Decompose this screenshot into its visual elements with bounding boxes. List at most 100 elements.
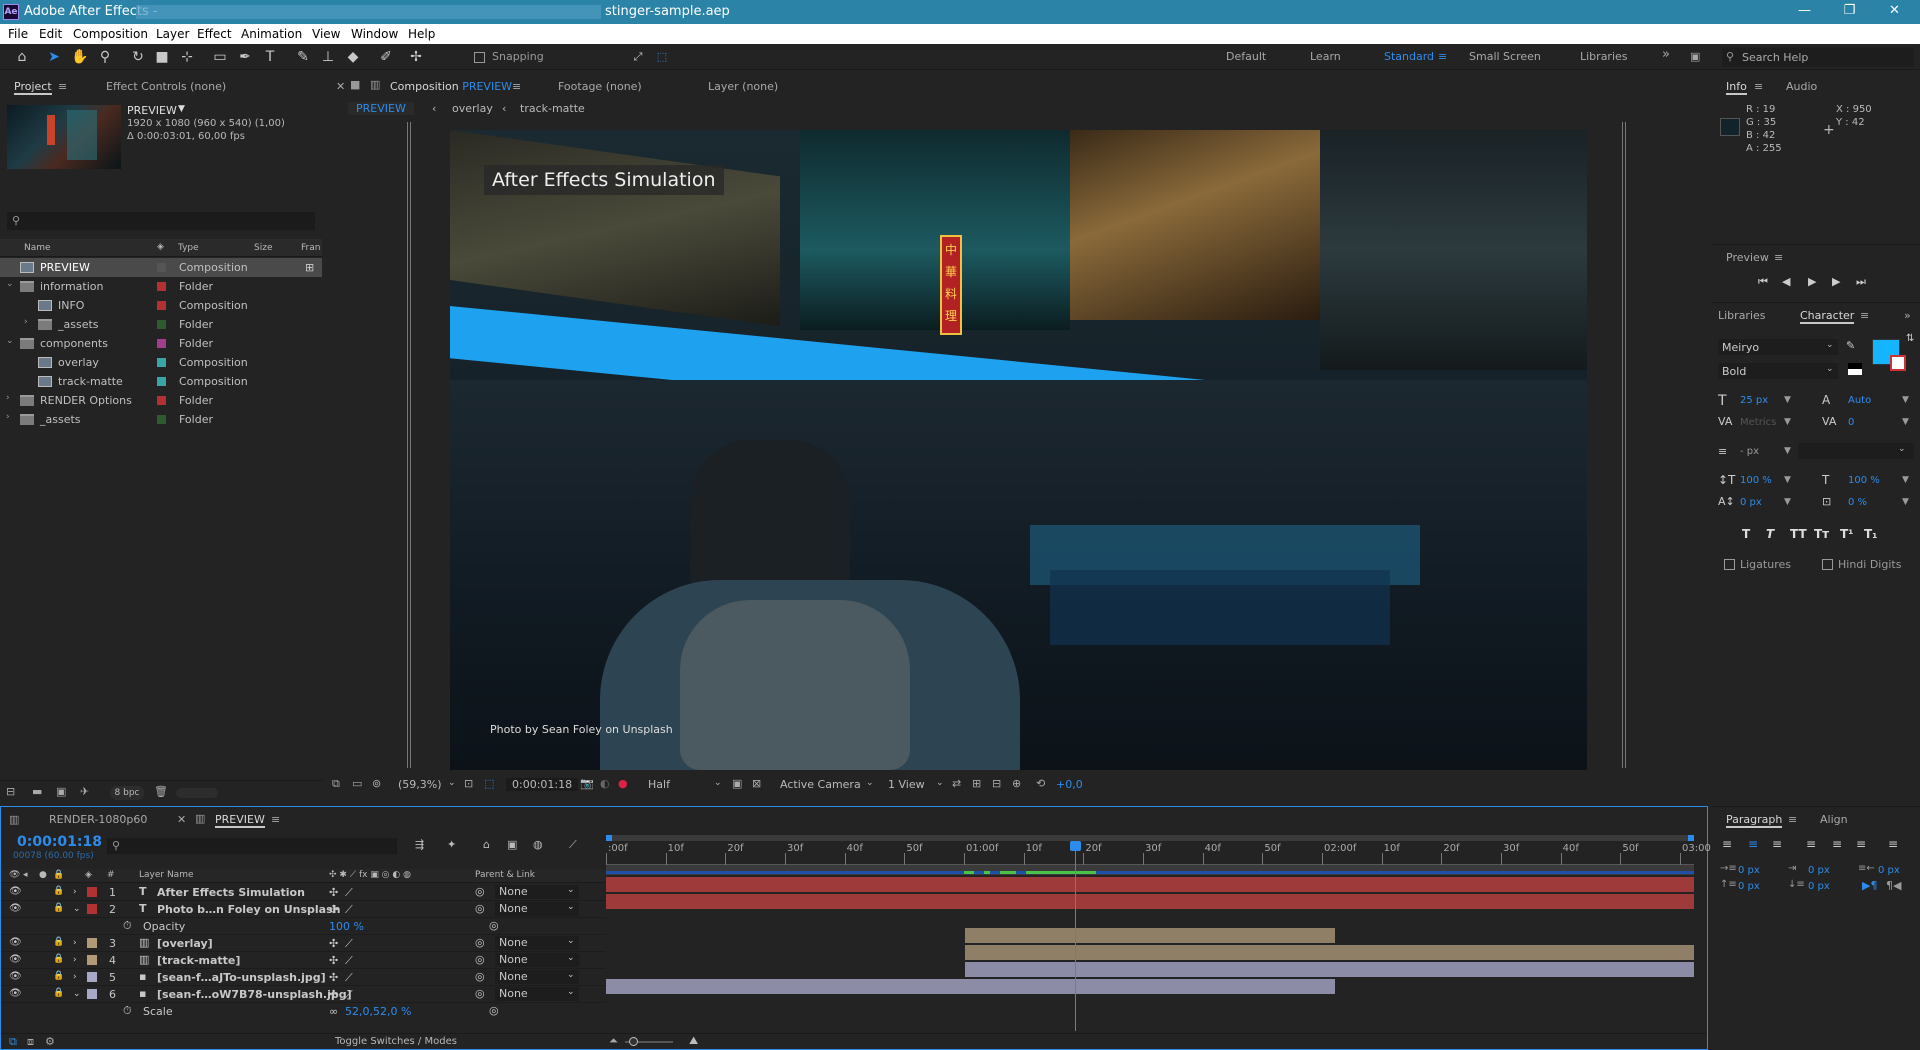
kerning-value[interactable]: Metrics (1740, 417, 1776, 428)
col-size[interactable]: Size (254, 243, 272, 253)
expand-chevron-icon[interactable]: ⌄ (6, 336, 16, 346)
swap-colors-icon[interactable]: ⇅ (1906, 333, 1914, 344)
workspace-standard[interactable]: Standard (1384, 50, 1434, 63)
more-panels-icon[interactable]: » (1904, 309, 1911, 322)
project-item[interactable]: ⌄ components Folder (0, 334, 322, 353)
tab-audio[interactable]: Audio (1786, 80, 1817, 93)
photo-credit-text[interactable]: Photo by Sean Foley on Unsplash (490, 723, 673, 736)
project-item[interactable]: › _assets Folder (0, 315, 322, 334)
next-frame-icon[interactable]: ▶ (1832, 275, 1840, 288)
audio-switch-icon[interactable]: ◂ (23, 870, 28, 880)
shy-switch-icon[interactable]: ✣ (329, 886, 338, 899)
align-center-icon[interactable]: ≡ (1748, 837, 1758, 851)
type-tool-icon[interactable]: T (260, 48, 280, 66)
adjust-icon[interactable]: ✈ (80, 785, 89, 798)
menu-effect[interactable]: Effect (197, 27, 232, 41)
tsume-value[interactable]: 0 % (1848, 497, 1867, 508)
current-time-indicator[interactable] (1069, 841, 1081, 1031)
indent-first-value[interactable]: 0 px (1808, 865, 1830, 876)
indent-right-value[interactable]: 0 px (1878, 865, 1900, 876)
frame-blending-icon[interactable]: ▣ (507, 838, 517, 851)
pen-tool-icon[interactable]: ✒ (235, 48, 255, 66)
menu-view[interactable]: View (312, 27, 340, 41)
faux-bold-button[interactable]: T (1742, 527, 1750, 541)
layer-name[interactable]: [overlay] (157, 937, 213, 950)
show-snapshot-icon[interactable]: ◐ (600, 777, 610, 790)
collapse-chevron-icon[interactable]: › (73, 955, 77, 965)
label-color-swatch[interactable] (157, 339, 166, 348)
quality-switch-icon[interactable]: ⟋ (345, 954, 353, 968)
quality-switch-icon[interactable]: ⟋ (345, 886, 353, 900)
layer-name[interactable]: Photo b…n Foley on Unsplash (157, 903, 340, 916)
label-color-swatch[interactable] (157, 377, 166, 386)
layer-duration-bar[interactable] (606, 979, 1335, 994)
parent-select[interactable]: None ⌄ (495, 902, 579, 916)
always-preview-icon[interactable]: ⧉ (332, 777, 340, 791)
workspace-default[interactable]: Default (1226, 50, 1266, 63)
puppet-pin-tool-icon[interactable]: ✢ (406, 48, 426, 66)
first-frame-icon[interactable]: ⏮ (1758, 275, 1768, 289)
project-item[interactable]: track-matte Composition (0, 372, 322, 391)
space-after-value[interactable]: 0 px (1808, 881, 1830, 892)
label-color-swatch[interactable] (87, 955, 97, 965)
rotate-tool-icon[interactable]: ↻ (128, 48, 148, 66)
maximize-button[interactable]: ❐ (1827, 0, 1872, 24)
col-parent-link[interactable]: Parent & Link (475, 870, 535, 880)
resolution-select[interactable]: Half (648, 778, 670, 791)
channel-icon[interactable]: ● (618, 777, 628, 790)
panel-menu-icon[interactable]: ≡ (1788, 813, 1797, 826)
breadcrumb-track-matte[interactable]: track-matte (520, 102, 585, 115)
hindi-digits-checkbox[interactable] (1822, 559, 1833, 570)
layer-name[interactable]: [sean-f…oW7B78-unsplash.jpg] (157, 988, 352, 1001)
menu-window[interactable]: Window (351, 27, 398, 41)
transfer-controls-icon[interactable]: ⧈ (27, 1035, 34, 1049)
shy-switch-icon[interactable]: ✣ (329, 971, 338, 984)
tab-info[interactable]: Info (1726, 80, 1747, 95)
tab-paragraph[interactable]: Paragraph (1726, 813, 1783, 828)
view-layout-select[interactable]: 1 View (888, 778, 925, 791)
stroke-width-value[interactable]: - px (1740, 446, 1759, 457)
expression-pickwhip-icon[interactable]: ◎ (489, 919, 499, 932)
align-left-icon[interactable]: ≡ (1722, 837, 1732, 851)
layer-switches-icon[interactable]: ⧉ (9, 1035, 17, 1049)
menu-help[interactable]: Help (408, 27, 435, 41)
lock-icon[interactable]: 🔒 (53, 954, 64, 964)
draft-3d-icon[interactable]: ✦ (447, 838, 456, 851)
quality-switch-icon[interactable]: ⟋ (345, 971, 353, 985)
collapse-chevron-icon[interactable]: › (24, 317, 34, 327)
chevron-down-icon[interactable]: ▼ (1784, 446, 1791, 456)
vertical-scale-value[interactable]: 100 % (1740, 475, 1772, 486)
layer-row[interactable]: 👁 🔒 ⌄ 2 T Photo b…n Foley on Unsplash ✣ ⟋ ◎ None ⌄ (1, 901, 606, 918)
baseline-shift-value[interactable]: 0 px (1740, 497, 1762, 508)
label-color-swatch[interactable] (157, 301, 166, 310)
scale-value[interactable]: 52,0,52,0 % (345, 1005, 411, 1018)
parent-select[interactable]: None ⌄ (495, 953, 579, 967)
hand-tool-icon[interactable]: ✋ (70, 48, 90, 66)
chevron-down-icon[interactable]: ▼ (1902, 395, 1909, 405)
parent-pickwhip-icon[interactable]: ◎ (475, 987, 485, 1000)
project-search-input[interactable]: ⚲ (7, 212, 315, 230)
overlay-title-text[interactable]: After Effects Simulation (484, 165, 724, 195)
last-frame-icon[interactable]: ⏭ (1856, 275, 1866, 289)
comp-mini-flowchart-icon[interactable]: ⇶ (415, 838, 424, 851)
black-white-icon[interactable] (1848, 363, 1862, 375)
toggle-switches-modes-button[interactable]: Toggle Switches / Modes (335, 1036, 457, 1047)
close-window-button[interactable]: ✕ (1872, 0, 1917, 24)
lock-icon[interactable]: 🔒 (53, 988, 64, 998)
snap-features-icon[interactable]: ⬚ (652, 48, 672, 66)
lock-icon[interactable]: 🔒 (53, 886, 64, 896)
tab-libraries[interactable]: Libraries (1718, 309, 1766, 322)
layer-row[interactable]: 👁 🔒 › 5 ▪ [sean-f…aJTo-unsplash.jpg] ✣ ⟋ ◎ None ⌄ (1, 969, 606, 986)
quality-switch-icon[interactable]: ⟋ (345, 988, 353, 1002)
snapping-checkbox[interactable] (474, 52, 485, 63)
breadcrumb-overlay[interactable]: overlay (452, 102, 493, 115)
visibility-eye-icon[interactable]: 👁 (9, 971, 22, 982)
zoom-in-icon[interactable]: ⛰ (689, 1034, 698, 1048)
mask-outline-icon[interactable]: ⬚ (484, 777, 494, 790)
superscript-button[interactable]: T¹ (1840, 527, 1853, 541)
col-frame[interactable]: Fran (301, 243, 320, 253)
expand-chevron-icon[interactable]: ⌄ (73, 904, 81, 914)
time-ruler[interactable]: :00f 10f 20f 30f 40f 50f 01:00f 10f 20f 30f 40f 50f… (606, 841, 1711, 865)
render-time-icon[interactable]: ⚙ (45, 1035, 55, 1048)
tab-preview-comp[interactable]: PREVIEW (215, 813, 265, 828)
